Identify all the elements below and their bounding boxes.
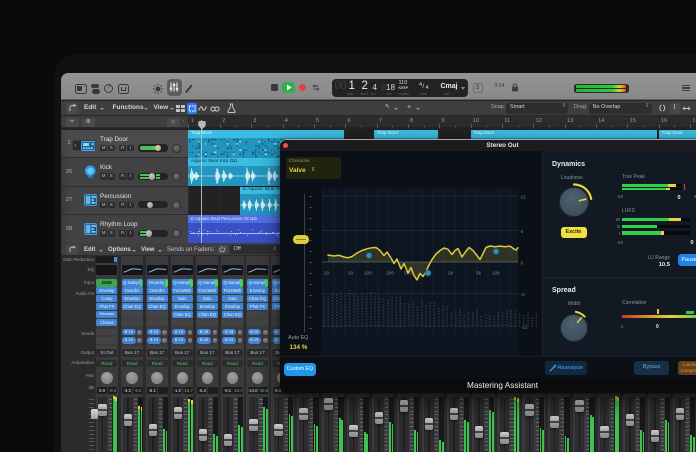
svg-text:-12: -12 [521,325,528,331]
svg-text:5k: 5k [476,271,482,277]
svg-text:20: 20 [324,271,330,277]
svg-text:50: 50 [348,271,354,277]
svg-text:10k: 10k [492,271,500,277]
svg-text:0: 0 [521,261,524,267]
svg-text:-6: -6 [521,292,526,298]
svg-text:6: 6 [521,229,524,235]
svg-text:200: 200 [386,271,394,277]
svg-text:100: 100 [364,271,372,277]
svg-text:12: 12 [521,195,527,201]
svg-text:2k: 2k [448,271,454,277]
